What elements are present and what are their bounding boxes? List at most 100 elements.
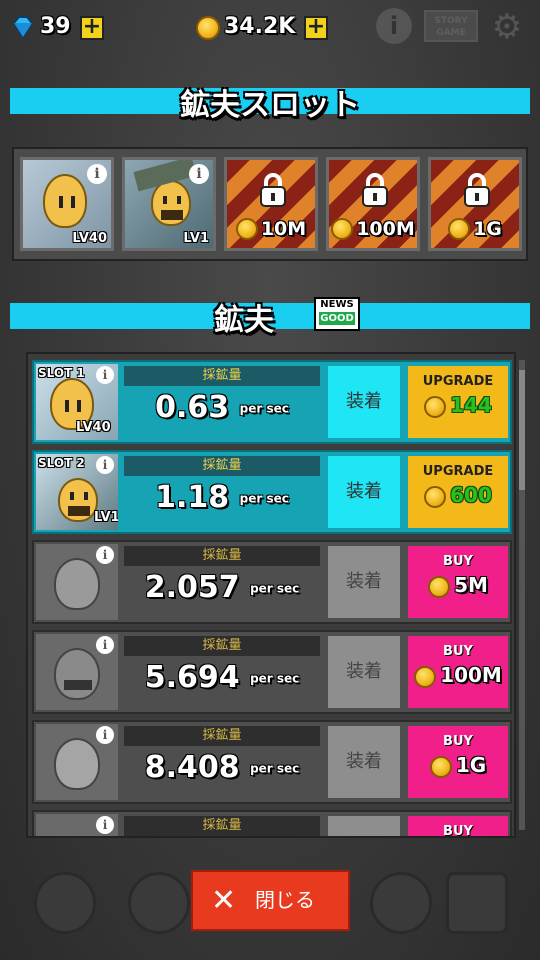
- miner-face: [54, 648, 100, 700]
- rate-label: 採鉱量: [124, 816, 320, 836]
- action-label: UPGRADE: [422, 374, 494, 389]
- close-icon: ✕: [211, 883, 237, 918]
- action-price: 100M: [408, 663, 508, 688]
- rate-label: 採鉱量: [124, 726, 320, 746]
- miner-level: LV1: [94, 510, 118, 525]
- info-icon[interactable]: i: [189, 164, 209, 184]
- miner-face: [151, 180, 191, 226]
- action-price: 5M: [408, 573, 508, 598]
- lock-icon: [464, 173, 490, 207]
- calendar-icon: [446, 872, 508, 934]
- action-label: UPGRADE: [422, 464, 494, 479]
- lock-icon: [260, 173, 286, 207]
- coin-count: 34.2K: [224, 14, 296, 39]
- slot-character-1[interactable]: i LV40: [20, 157, 114, 251]
- slot-panel: i LV40 i LV1 10M 100M 1G: [12, 147, 528, 261]
- miner-portrait[interactable]: SLOT 1 i LV40: [36, 364, 118, 440]
- miner-portrait[interactable]: i: [36, 544, 118, 620]
- slot-tag: SLOT 2: [38, 456, 85, 470]
- game-label: GAME: [436, 28, 466, 38]
- miner-face: [54, 558, 100, 610]
- scroll-thumb[interactable]: [519, 370, 525, 490]
- coin-icon: [331, 218, 354, 240]
- buy-button[interactable]: BUY 5M: [408, 546, 508, 618]
- timer-icon: [34, 872, 96, 934]
- slots-title: 鉱夫スロット: [180, 88, 360, 123]
- add-gems-button[interactable]: +: [80, 16, 104, 40]
- info-button[interactable]: i: [376, 8, 412, 44]
- story-game-button[interactable]: STORY GAME: [424, 10, 478, 42]
- slot-price: 1G: [431, 218, 519, 240]
- slot-character-2[interactable]: i LV1: [122, 157, 216, 251]
- locked-slot-4[interactable]: 100M: [326, 157, 420, 251]
- coin-icon: [424, 395, 447, 418]
- equip-button[interactable]: 装着: [328, 366, 400, 438]
- miner-portrait[interactable]: i: [36, 724, 118, 800]
- upgrade-button[interactable]: UPGRADE 144: [408, 366, 508, 438]
- action-label: BUY: [443, 824, 473, 838]
- info-icon[interactable]: i: [96, 816, 114, 834]
- lock-icon: [362, 173, 388, 207]
- miner-level: LV40: [76, 420, 111, 435]
- news-good-badge[interactable]: NEWS GOOD: [314, 297, 360, 331]
- coin-icon: [235, 218, 258, 240]
- equip-button[interactable]: [328, 816, 400, 836]
- coin-icon: [414, 665, 437, 688]
- miners-list[interactable]: SLOT 1 i LV40 採鉱量 0.63 per sec 装着 UPGRAD…: [26, 352, 516, 838]
- story-label: STORY: [434, 16, 468, 26]
- miner-face: [43, 174, 87, 228]
- coin-icon: [196, 16, 220, 40]
- info-icon[interactable]: i: [96, 456, 114, 474]
- rate-value: 2.057 per sec: [144, 570, 300, 605]
- info-icon[interactable]: i: [96, 546, 114, 564]
- info-icon[interactable]: i: [96, 636, 114, 654]
- close-button[interactable]: ✕ 閉じる: [191, 870, 350, 931]
- scrollbar[interactable]: [519, 360, 525, 830]
- coin-icon: [424, 485, 447, 508]
- gem-icon: [12, 16, 34, 39]
- locked-slot-3[interactable]: 10M: [224, 157, 318, 251]
- info-icon[interactable]: i: [96, 366, 114, 384]
- equip-button[interactable]: 装着: [328, 726, 400, 798]
- miner-portrait[interactable]: i: [36, 634, 118, 710]
- miner-portrait[interactable]: i: [36, 814, 118, 836]
- buy-button[interactable]: BUY: [408, 816, 508, 838]
- miner-row: i 採鉱量 8.408 per sec 装着 BUY 1G: [32, 720, 512, 804]
- rate-label: 採鉱量: [124, 546, 320, 566]
- rate-label: 採鉱量: [124, 366, 320, 386]
- gem-count: 39: [40, 14, 71, 39]
- settings-gear-icon[interactable]: ⚙: [490, 10, 524, 44]
- equip-button[interactable]: 装着: [328, 456, 400, 528]
- action-label: BUY: [443, 644, 473, 659]
- action-price: 1G: [408, 753, 508, 778]
- upgrade-button[interactable]: UPGRADE 600: [408, 456, 508, 528]
- rate-label: 採鉱量: [124, 636, 320, 656]
- action-label: BUY: [443, 554, 473, 569]
- rate-value: 0.63 per sec: [155, 390, 289, 425]
- miner-portrait[interactable]: SLOT 2 i LV1: [36, 454, 118, 530]
- slot-level: LV40: [72, 231, 107, 246]
- miner-row: i 採鉱量 2.057 per sec 装着 BUY 5M: [32, 540, 512, 624]
- slot-level: LV1: [183, 231, 209, 246]
- news-label: NEWS: [320, 299, 354, 310]
- equip-button[interactable]: 装着: [328, 546, 400, 618]
- boost-icon: [128, 872, 190, 934]
- buy-button[interactable]: BUY 100M: [408, 636, 508, 708]
- miner-face: [58, 478, 98, 522]
- action-price: 600: [408, 483, 508, 508]
- locked-slot-5[interactable]: 1G: [428, 157, 522, 251]
- miners-title: 鉱夫: [214, 303, 274, 338]
- rate-value: 8.408 per sec: [144, 750, 300, 785]
- info-icon[interactable]: i: [87, 164, 107, 184]
- miner-row: SLOT 1 i LV40 採鉱量 0.63 per sec 装着 UPGRAD…: [32, 360, 512, 444]
- equip-button[interactable]: 装着: [328, 636, 400, 708]
- rate-value: 5.694 per sec: [144, 660, 300, 695]
- buy-button[interactable]: BUY 1G: [408, 726, 508, 798]
- slot-tag: SLOT 1: [38, 366, 85, 380]
- info-icon[interactable]: i: [96, 726, 114, 744]
- coin-icon: [448, 218, 471, 240]
- add-coins-button[interactable]: +: [304, 16, 328, 40]
- close-label: 閉じる: [255, 888, 315, 912]
- miner-row: i 採鉱量 5.694 per sec 装着 BUY 100M: [32, 630, 512, 714]
- coin-icon: [428, 575, 451, 598]
